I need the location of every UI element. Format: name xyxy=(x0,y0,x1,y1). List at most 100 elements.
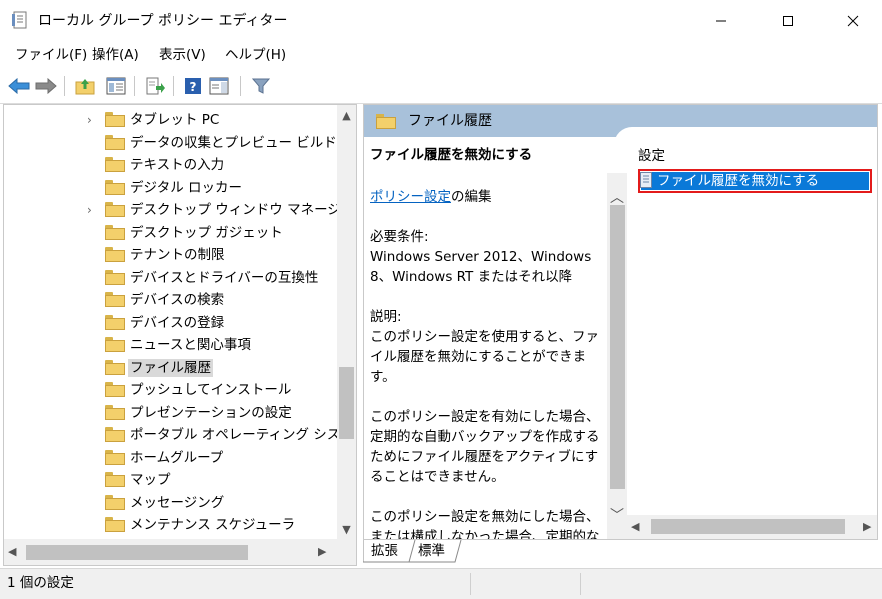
folder-icon xyxy=(376,114,396,133)
description-label: 説明: xyxy=(370,309,402,325)
console-tree[interactable]: › タブレット PC データの収集とプレビュー ビルド テキストの入力デジタル ロッカ… xyxy=(3,104,357,566)
folder-icon xyxy=(105,247,125,262)
help-button[interactable]: ? xyxy=(181,74,205,98)
tree-horizontal-scroll-thumb[interactable] xyxy=(26,545,248,560)
filter-button[interactable] xyxy=(249,74,273,98)
tree-vertical-scrollbar[interactable]: ▲ ▼ xyxy=(337,105,356,539)
close-button[interactable] xyxy=(830,0,876,42)
tree-item[interactable]: ニュースと関心事項 xyxy=(4,334,334,356)
expand-chevron-icon[interactable]: › xyxy=(87,112,99,128)
menu-file[interactable]: ファイル(F) xyxy=(13,46,89,64)
tree-item[interactable]: デスクトップ ガジェット xyxy=(4,222,334,244)
folder-icon xyxy=(105,359,125,375)
tree-item[interactable]: ファイル履歴 xyxy=(4,357,334,379)
show-hide-action-pane-button[interactable] xyxy=(207,74,231,98)
tree-item-label: マップ xyxy=(130,472,171,488)
tree-item-label: デジタル ロッカー xyxy=(130,179,243,196)
minimize-button[interactable] xyxy=(698,0,744,42)
export-list-button[interactable] xyxy=(143,74,167,98)
folder-icon xyxy=(105,517,125,532)
tree-item-label: テナントの制限 xyxy=(130,247,225,263)
setting-row-label: ファイル履歴を無効にする xyxy=(657,173,820,189)
tree-item-label: ホームグループ xyxy=(130,449,224,466)
toolbar-separator xyxy=(240,76,241,96)
view-tabs: 拡張 標準 xyxy=(363,540,563,566)
description-paragraph-2: このポリシー設定を有効にした場合、定期的な自動バックアップを作成するためにファイ… xyxy=(370,409,600,485)
tree-item[interactable]: メッセージング xyxy=(4,492,334,514)
tree-item[interactable]: テキストの入力 xyxy=(4,154,334,176)
toolbar-separator xyxy=(173,76,174,96)
tree-item[interactable]: プレゼンテーションの設定 xyxy=(4,402,334,424)
scroll-up-chevron-icon[interactable]: ︿ xyxy=(607,191,627,205)
toolbar-separator xyxy=(134,76,135,96)
tree-item[interactable]: プッシュしてインストール xyxy=(4,379,334,401)
edit-policy-link[interactable]: ポリシー設定 xyxy=(370,189,451,205)
description-scroll-thumb[interactable] xyxy=(610,205,625,489)
policy-title: ファイル履歴を無効にする xyxy=(370,147,533,163)
properties-pane-icon xyxy=(209,77,229,95)
menu-action[interactable]: 操作(A) xyxy=(90,46,141,64)
menu-help[interactable]: ヘルプ(H) xyxy=(223,46,288,64)
folder-icon xyxy=(105,224,125,240)
help-icon: ? xyxy=(185,78,201,94)
tree-item[interactable]: デジタル ロッカー xyxy=(4,177,334,199)
expand-chevron-icon[interactable]: › xyxy=(87,202,99,218)
tree-vertical-scroll-thumb[interactable] xyxy=(339,367,354,439)
scroll-down-arrow-icon[interactable]: ▼ xyxy=(337,523,356,537)
tree-item[interactable]: マップ xyxy=(4,469,334,491)
tab-standard[interactable]: 標準 xyxy=(418,540,445,562)
tab-extended[interactable]: 拡張 xyxy=(371,540,398,562)
tree-item[interactable]: テナントの制限 xyxy=(4,244,334,266)
folder-icon xyxy=(105,157,125,172)
policy-description: ファイル履歴を無効にする ポリシー設定の編集 必要条件: Windows Ser… xyxy=(370,145,606,540)
maximize-icon xyxy=(783,16,793,26)
policy-editor-app-icon xyxy=(12,11,28,29)
folder-icon xyxy=(105,202,125,217)
description-paragraph-3: このポリシー設定を無効にした場合、または構成しなかった場合、定期的な自動バックア… xyxy=(370,509,600,540)
up-one-level-button[interactable] xyxy=(73,74,97,98)
tree-item[interactable]: › デスクトップ ウィンドウ マネージャー xyxy=(4,199,356,221)
scroll-left-arrow-icon[interactable]: ◀ xyxy=(631,520,639,534)
tree-item[interactable]: デバイスの検索 xyxy=(4,289,334,311)
status-divider xyxy=(580,573,581,595)
close-icon xyxy=(847,15,859,27)
details-header-title: ファイル履歴 xyxy=(408,113,492,129)
scroll-right-arrow-icon[interactable]: ▶ xyxy=(318,545,326,559)
folder-icon xyxy=(105,314,125,330)
tree-item[interactable]: デバイスの登録 xyxy=(4,312,334,334)
tree-item-label: プッシュしてインストール xyxy=(130,382,292,398)
tree-item[interactable]: ホームグループ xyxy=(4,447,334,469)
tree-item-label: ニュースと関心事項 xyxy=(130,337,251,353)
scroll-up-arrow-icon[interactable]: ▲ xyxy=(337,109,356,123)
tree-item[interactable]: › タブレット PC xyxy=(4,109,334,131)
settings-horizontal-scroll-thumb[interactable] xyxy=(651,519,845,534)
tree-item-label: プレゼンテーションの設定 xyxy=(130,404,292,421)
tree-item[interactable]: データの収集とプレビュー ビルド xyxy=(4,132,337,154)
tree-item[interactable]: メンテナンス スケジューラ xyxy=(4,514,334,536)
menu-view[interactable]: 表示(V) xyxy=(157,46,208,64)
svg-text:?: ? xyxy=(190,80,197,94)
maximize-button[interactable] xyxy=(765,0,811,42)
toolbar: ? xyxy=(0,68,882,104)
folder-icon xyxy=(105,292,125,307)
forward-button[interactable] xyxy=(34,74,58,98)
settings-column-header[interactable]: 設定 xyxy=(638,147,665,165)
window-title: ローカル グループ ポリシー エディター xyxy=(38,13,288,29)
status-divider xyxy=(470,573,471,595)
details-pane: ファイル履歴 ファイル履歴を無効にする ポリシー設定の編集 必要条件: Wind… xyxy=(363,104,878,540)
tree-item[interactable]: デバイスとドライバーの互換性 xyxy=(4,267,334,289)
back-button[interactable] xyxy=(7,74,31,98)
folder-icon xyxy=(105,179,125,195)
requirements-value: Windows Server 2012、Windows 8、Windows RT… xyxy=(370,249,592,285)
folder-icon xyxy=(105,337,125,352)
tree-item-label: データの収集とプレビュー ビルド xyxy=(130,134,337,151)
scroll-right-arrow-icon[interactable]: ▶ xyxy=(863,520,871,534)
tree-item-label: デバイスとドライバーの互換性 xyxy=(130,269,319,286)
scroll-left-arrow-icon[interactable]: ◀ xyxy=(8,545,16,559)
tree-item[interactable]: ポータブル オペレーティング システム xyxy=(4,424,356,446)
tree-item-label: メッセージング xyxy=(130,494,225,511)
scroll-down-chevron-icon[interactable]: ﹀ xyxy=(607,509,627,523)
tree-item-label: テキストの入力 xyxy=(130,157,225,173)
toolbar-separator xyxy=(64,76,65,96)
show-hide-console-tree-button[interactable] xyxy=(104,74,128,98)
